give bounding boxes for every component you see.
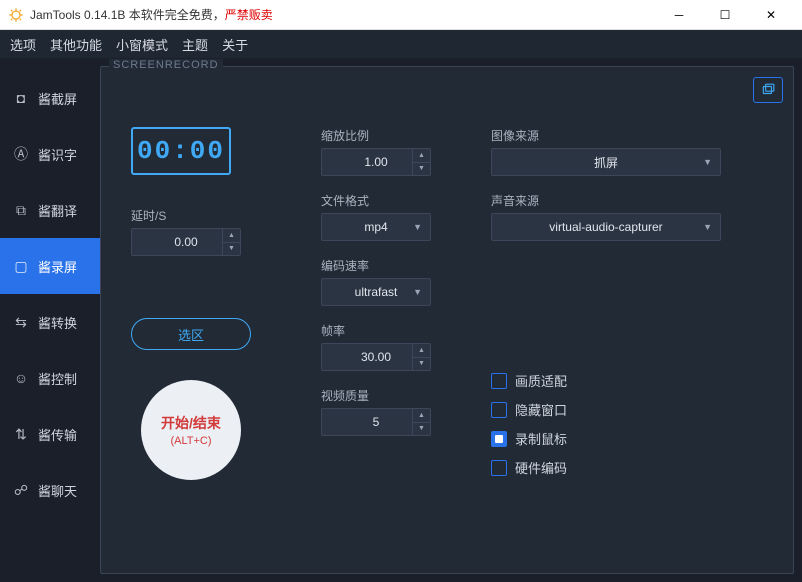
maximize-button[interactable]: ☐ [702, 0, 748, 30]
chevron-down-icon: ▼ [703, 157, 712, 167]
format-label: 文件格式 [321, 192, 441, 209]
video-icon: ▢ [12, 258, 30, 275]
close-button[interactable]: ✕ [748, 0, 794, 30]
menu-options[interactable]: 选项 [10, 35, 36, 54]
chevron-down-icon: ▼ [413, 287, 422, 297]
format-value: mp4 [364, 220, 387, 234]
menu-theme[interactable]: 主题 [182, 35, 208, 54]
spinner-down-icon[interactable]: ▼ [413, 358, 430, 371]
sidebar-item-ocr[interactable]: Ⓐ 酱识字 [0, 126, 100, 182]
delay-value: 0.00 [174, 235, 197, 249]
delay-spinner[interactable]: 0.00 ▲▼ [131, 228, 241, 256]
sidebar-item-label: 酱截屏 [38, 89, 77, 108]
sidebar-item-transfer[interactable]: ⇅ 酱传输 [0, 406, 100, 462]
spinner-up-icon[interactable]: ▲ [413, 409, 430, 423]
imgsrc-value: 抓屏 [594, 154, 618, 171]
panel-title: SCREENRECORD [109, 59, 223, 71]
sidebar-item-record[interactable]: ▢ 酱录屏 [0, 238, 100, 294]
audiosrc-value: virtual-audio-capturer [549, 220, 662, 234]
timer-display: 00:00 [131, 127, 231, 175]
checkbox-icon [491, 431, 507, 447]
chevron-down-icon: ▼ [703, 222, 712, 232]
spinner-up-icon[interactable]: ▲ [413, 149, 430, 163]
checkbox-label: 画质适配 [515, 371, 567, 390]
sidebar-item-convert[interactable]: ⇆ 酱转换 [0, 294, 100, 350]
fps-value: 30.00 [361, 350, 391, 364]
menu-other[interactable]: 其他功能 [50, 35, 102, 54]
crop-icon: ◘ [12, 90, 30, 106]
chat-icon: ☍ [12, 482, 30, 499]
sidebar-item-screenshot[interactable]: ◘ 酱截屏 [0, 70, 100, 126]
app-logo-icon [8, 7, 24, 23]
audiosrc-label: 声音来源 [491, 192, 731, 209]
chevron-down-icon: ▼ [413, 222, 422, 232]
menu-about[interactable]: 关于 [222, 35, 248, 54]
fps-spinner[interactable]: 30.00 ▲▼ [321, 343, 431, 371]
checkbox-record-mouse[interactable]: 录制鼠标 [491, 429, 731, 448]
speed-value: ultrafast [355, 285, 398, 299]
select-region-button[interactable]: 选区 [131, 318, 251, 350]
format-select[interactable]: mp4 ▼ [321, 213, 431, 241]
popout-icon [761, 83, 775, 97]
menu-mini[interactable]: 小窗模式 [116, 35, 168, 54]
spinner-down-icon[interactable]: ▼ [413, 163, 430, 176]
sidebar-item-label: 酱录屏 [38, 257, 77, 276]
checkbox-label: 录制鼠标 [515, 429, 567, 448]
transfer-icon: ⇅ [12, 426, 30, 443]
spinner-up-icon[interactable]: ▲ [223, 229, 240, 243]
sidebar-item-chat[interactable]: ☍ 酱聊天 [0, 462, 100, 518]
record-toggle-button[interactable]: 开始/结束 (ALT+C) [141, 380, 241, 480]
sidebar-item-label: 酱控制 [38, 369, 77, 388]
imgsrc-label: 图像来源 [491, 127, 731, 144]
scale-spinner[interactable]: 1.00 ▲▼ [321, 148, 431, 176]
record-btn-line2: (ALT+C) [170, 435, 211, 447]
text-icon: Ⓐ [12, 144, 30, 164]
spinner-down-icon[interactable]: ▼ [413, 423, 430, 436]
minimize-button[interactable]: ─ [656, 0, 702, 30]
scale-value: 1.00 [364, 155, 387, 169]
quality-label: 视频质量 [321, 387, 441, 404]
sidebar-item-label: 酱聊天 [38, 481, 77, 500]
window-title: JamTools 0.14.1B 本软件完全免费，严禁贩卖 [30, 6, 273, 23]
scale-label: 缩放比例 [321, 127, 441, 144]
record-btn-line1: 开始/结束 [161, 413, 221, 433]
sidebar: ◘ 酱截屏 Ⓐ 酱识字 ⧉ 酱翻译 ▢ 酱录屏 ⇆ 酱转换 ☺ 酱控制 ⇅ 酱传输 ☍ 酱聊天 [0, 58, 100, 582]
sidebar-item-translate[interactable]: ⧉ 酱翻译 [0, 182, 100, 238]
sidebar-item-label: 酱传输 [38, 425, 77, 444]
face-icon: ☺ [12, 370, 30, 386]
sidebar-item-label: 酱转换 [38, 313, 77, 332]
sidebar-item-control[interactable]: ☺ 酱控制 [0, 350, 100, 406]
content-panel: SCREENRECORD 00:00 延时/S 0.00 ▲▼ 选区 开始/结束… [100, 66, 794, 574]
fps-label: 帧率 [321, 322, 441, 339]
checkbox-icon [491, 402, 507, 418]
quality-value: 5 [373, 415, 380, 429]
sidebar-item-label: 酱翻译 [38, 201, 77, 220]
audiosrc-select[interactable]: virtual-audio-capturer ▼ [491, 213, 721, 241]
window-titlebar: JamTools 0.14.1B 本软件完全免费，严禁贩卖 ─ ☐ ✕ [0, 0, 802, 30]
checkbox-icon [491, 373, 507, 389]
translate-icon: ⧉ [12, 202, 30, 219]
checkbox-quality-adapt[interactable]: 画质适配 [491, 371, 731, 390]
spinner-up-icon[interactable]: ▲ [413, 344, 430, 358]
checkbox-icon [491, 460, 507, 476]
imgsrc-select[interactable]: 抓屏 ▼ [491, 148, 721, 176]
checkbox-label: 隐藏窗口 [515, 400, 567, 419]
delay-label: 延时/S [131, 207, 251, 224]
checkbox-label: 硬件编码 [515, 458, 567, 477]
spinner-down-icon[interactable]: ▼ [223, 243, 240, 256]
popout-button[interactable] [753, 77, 783, 103]
sidebar-item-label: 酱识字 [38, 145, 77, 164]
menu-bar: 选项 其他功能 小窗模式 主题 关于 [0, 30, 802, 58]
convert-icon: ⇆ [12, 314, 30, 331]
speed-select[interactable]: ultrafast ▼ [321, 278, 431, 306]
speed-label: 编码速率 [321, 257, 441, 274]
checkbox-hw-encode[interactable]: 硬件编码 [491, 458, 731, 477]
quality-spinner[interactable]: 5 ▲▼ [321, 408, 431, 436]
checkbox-hide-window[interactable]: 隐藏窗口 [491, 400, 731, 419]
